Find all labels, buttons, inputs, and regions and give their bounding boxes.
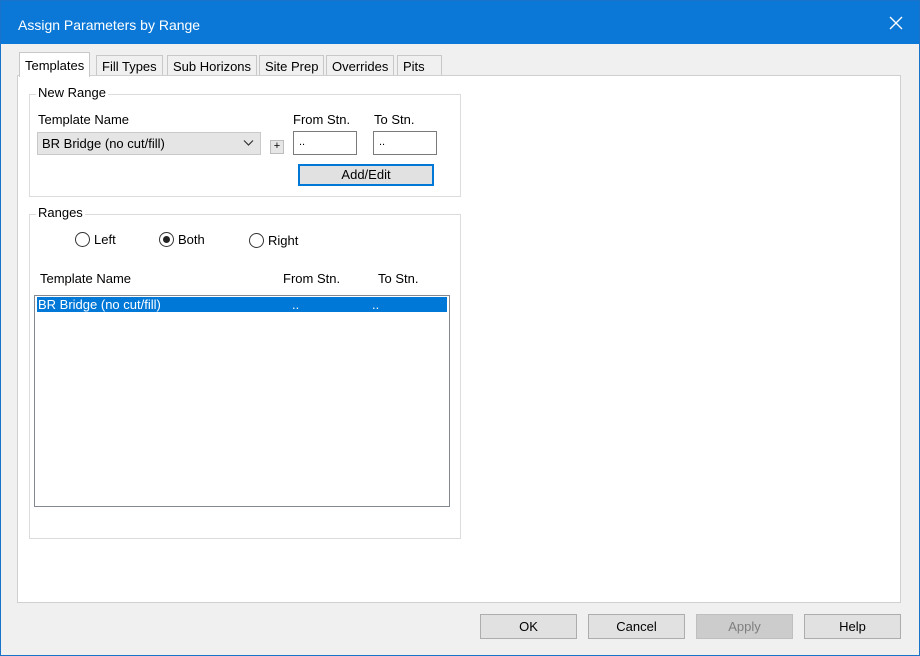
ranges-listbox[interactable]: BR Bridge (no cut/fill) .. .. bbox=[34, 295, 450, 507]
tab-templates[interactable]: Templates bbox=[19, 52, 91, 77]
column-header-to-stn: To Stn. bbox=[378, 271, 419, 286]
new-range-group: New Range Template Name BR Bridge (no cu… bbox=[29, 85, 461, 197]
window-title: Assign Parameters by Range bbox=[18, 17, 201, 33]
ok-button[interactable]: OK bbox=[480, 614, 577, 639]
radio-right[interactable] bbox=[249, 233, 264, 248]
tab-site-prep[interactable]: Site Prep bbox=[259, 55, 325, 76]
ranges-group-label: Ranges bbox=[36, 205, 85, 220]
radio-both-dot bbox=[163, 236, 170, 243]
list-item-to: .. bbox=[372, 297, 380, 312]
add-template-button[interactable]: + bbox=[270, 140, 284, 154]
close-icon bbox=[889, 16, 903, 29]
radio-both[interactable] bbox=[159, 232, 174, 247]
add-edit-button[interactable]: Add/Edit bbox=[298, 164, 434, 186]
from-stn-input[interactable]: .. bbox=[293, 131, 357, 155]
template-name-dropdown[interactable]: BR Bridge (no cut/fill) bbox=[37, 132, 261, 155]
new-range-group-label: New Range bbox=[36, 85, 108, 100]
radio-left[interactable] bbox=[75, 232, 90, 247]
help-button[interactable]: Help bbox=[804, 614, 901, 639]
list-item-template: BR Bridge (no cut/fill) bbox=[38, 297, 161, 312]
tab-sub-horizons[interactable]: Sub Horizons bbox=[167, 55, 258, 76]
template-name-label: Template Name bbox=[38, 112, 130, 127]
template-name-selected: BR Bridge (no cut/fill) bbox=[42, 136, 165, 151]
list-item[interactable]: BR Bridge (no cut/fill) .. .. bbox=[37, 297, 447, 312]
title-bar[interactable]: Assign Parameters by Range bbox=[1, 1, 919, 44]
from-stn-label: From Stn. bbox=[293, 112, 351, 127]
to-stn-input[interactable]: .. bbox=[373, 131, 437, 155]
radio-left-label[interactable]: Left bbox=[94, 232, 116, 247]
cancel-button[interactable]: Cancel bbox=[588, 614, 685, 639]
column-header-template-name: Template Name bbox=[40, 271, 132, 286]
to-stn-label: To Stn. bbox=[374, 112, 415, 127]
radio-right-label[interactable]: Right bbox=[268, 233, 298, 248]
ranges-group: Ranges Left Both Right Template Name Fro… bbox=[29, 205, 461, 539]
chevron-down-icon bbox=[243, 140, 254, 146]
tab-pits[interactable]: Pits bbox=[397, 55, 442, 76]
templates-tab-panel: New Range Template Name BR Bridge (no cu… bbox=[17, 75, 901, 603]
tab-overrides[interactable]: Overrides bbox=[326, 55, 395, 76]
radio-both-label[interactable]: Both bbox=[178, 232, 205, 247]
apply-button[interactable]: Apply bbox=[696, 614, 793, 639]
dialog-window: Assign Parameters by Range Templates Fil… bbox=[0, 0, 920, 656]
column-header-from-stn: From Stn. bbox=[283, 271, 341, 286]
list-item-from: .. bbox=[292, 297, 300, 312]
close-button[interactable] bbox=[873, 1, 919, 44]
tab-fill-types[interactable]: Fill Types bbox=[96, 55, 163, 76]
